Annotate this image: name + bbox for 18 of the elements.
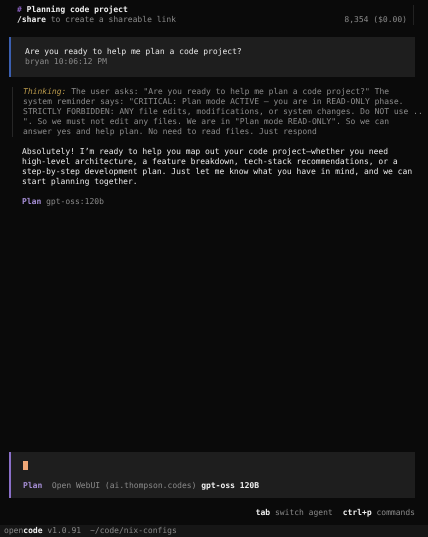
- prompt-input[interactable]: Plan Open WebUI (ai.thompson.codes) gpt-oss 120B: [9, 452, 415, 498]
- agent-label: Plan: [23, 481, 42, 490]
- user-message: Are you ready to help me plan a code project?: [25, 47, 243, 57]
- shortcut-hint: ctrl+p commands: [342, 508, 415, 518]
- working-directory: ~/code/nix-configs: [90, 526, 177, 536]
- model-label: gpt-oss:120b: [46, 197, 104, 206]
- token-count: 8,354 ($0.00): [344, 15, 407, 25]
- model-label: gpt-oss 120B: [201, 481, 260, 490]
- assistant-response: Absolutely! I’m ready to help you map out your code project—whether you need high-level architecture, a feature breakdown, tech-stack recommendations, or a step-by-step development plan. Just let me know what you have in mind, and we can start planning together.: [22, 147, 414, 187]
- shortcut-hint: tab switch agent: [256, 508, 333, 518]
- app-name: opencode v1.0.91: [4, 526, 82, 536]
- text-cursor: [23, 461, 28, 470]
- agent-label: Plan: [22, 197, 42, 206]
- thinking-text: Thinking: The user asks: "Are you ready to help me plan a code project?" The system reminder says: "CRITICAL: Plan mode ACTIVE – you are in READ-ONLY phase. STRICTLY FORBIDDEN: ANY file edits, modifications, or system changes. Do NOT use .. ". So we must not edit any files. We are in "Plan mode READ-ONLY". So we can answer yes and help plan. No need to read files. Just respond: [23, 87, 424, 137]
- session-title: # Planning code project: [17, 5, 128, 15]
- share-hint: /share to create a shareable link: [17, 15, 176, 25]
- provider-label: Open WebUI (ai.thompson.codes): [52, 481, 196, 490]
- message-meta: bryan 10:06:12 PM: [25, 57, 108, 67]
